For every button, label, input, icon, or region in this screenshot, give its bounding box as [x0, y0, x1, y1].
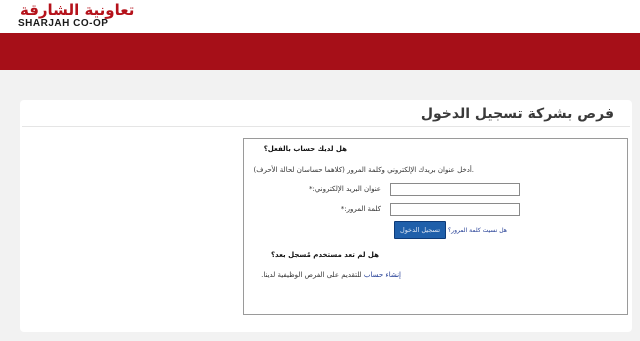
email-label: عنوان البريد الإلكتروني:*: [308, 185, 381, 193]
red-banner: [0, 33, 640, 70]
create-account-link[interactable]: إنشاء حساب: [364, 271, 401, 279]
login-heading: هل لديك حساب بالفعل؟: [263, 145, 347, 153]
register-line: إنشاء حساب للتقديم على الفرص الوظيفية لد…: [261, 271, 401, 279]
forgot-password-link[interactable]: هل نسيت كلمة المرور؟: [448, 227, 507, 234]
register-text: للتقديم على الفرص الوظيفية لدينا.: [261, 271, 362, 279]
login-panel: هل لديك حساب بالفعل؟ .أدخل عنوان بريدك ا…: [243, 138, 628, 315]
register-heading: هل لم تعد مستخدم مُسجل بعد؟: [271, 251, 379, 259]
password-label: كلمة المرور:*: [340, 205, 381, 213]
page-title: فرص بشركة تسجيل الدخول: [420, 106, 614, 122]
top-header: تعاونية الشارقة SHARJAH CO-OP: [0, 0, 640, 33]
sharjah-coop-logo[interactable]: تعاونية الشارقة SHARJAH CO-OP: [6, 1, 152, 32]
password-field[interactable]: [390, 203, 520, 216]
title-divider: [22, 126, 630, 127]
logo-english-text: SHARJAH CO-OP: [18, 18, 109, 29]
login-button[interactable]: تسجيل الدخول: [394, 221, 446, 239]
email-field[interactable]: [390, 183, 520, 196]
logo-arabic-text: تعاونية الشارقة: [20, 1, 135, 19]
login-instructions: .أدخل عنوان بريدك الإلكتروني وكلمة المرو…: [253, 166, 474, 174]
